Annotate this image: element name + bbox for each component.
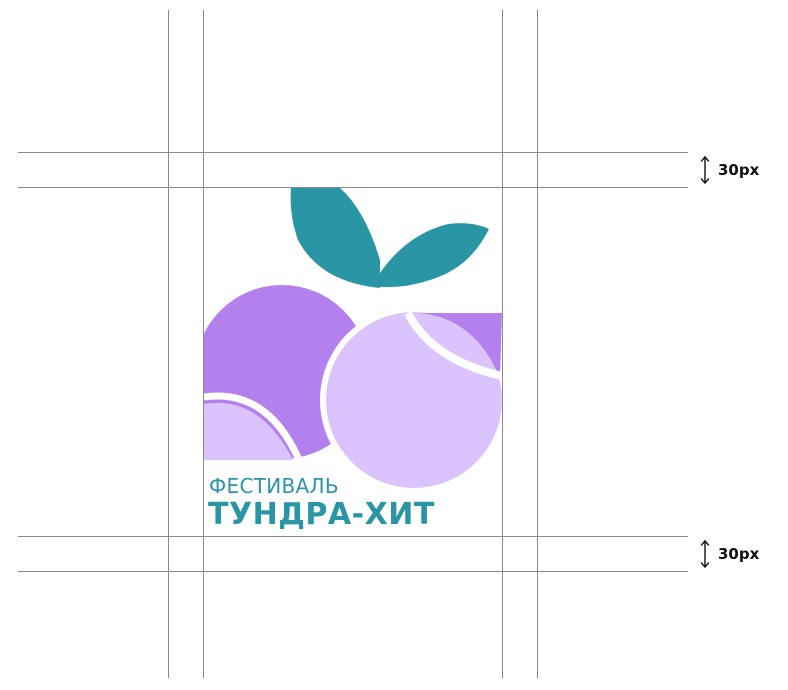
up-down-arrow-icon (700, 156, 710, 184)
logo-subtitle: ФЕСТИВАЛЬ (209, 474, 339, 498)
up-down-arrow-icon (700, 540, 710, 568)
festival-logo-mark (204, 188, 502, 494)
leaf-right-shape (372, 223, 489, 288)
spacing-label-bottom: 30px (718, 545, 760, 563)
leaf-left-shape (290, 188, 380, 288)
logo-title: ТУНДРА-ХИТ (208, 497, 435, 532)
spacing-label-top: 30px (718, 161, 760, 179)
logo-guide-canvas (18, 10, 710, 678)
